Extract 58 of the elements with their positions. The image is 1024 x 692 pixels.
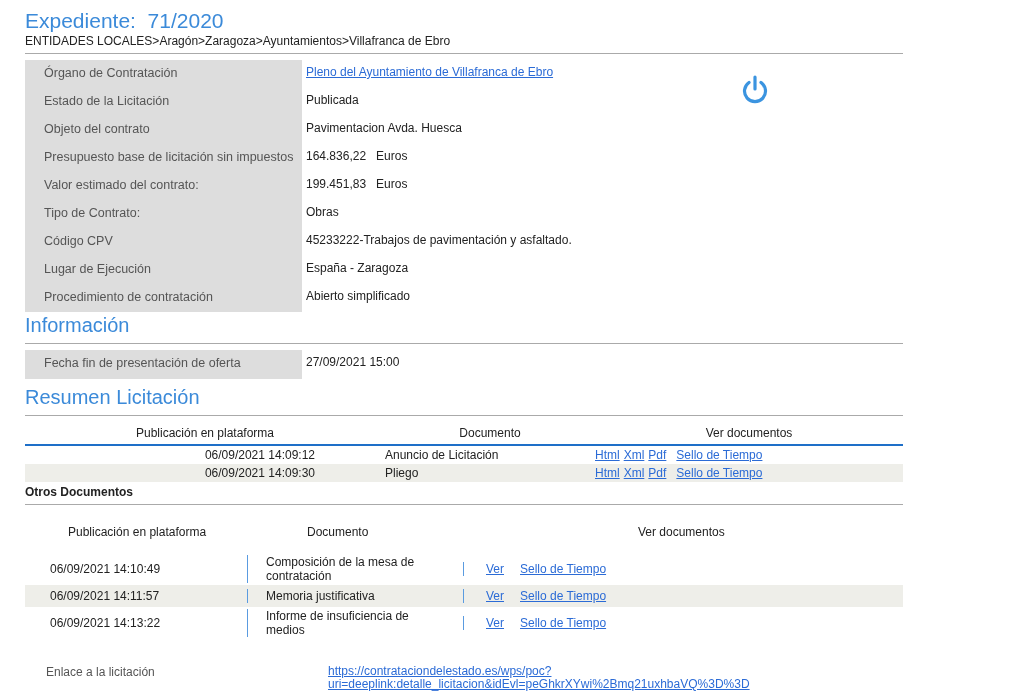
field-label: Objeto del contrato <box>25 116 302 144</box>
field-value: España - Zaragoza <box>306 261 409 275</box>
field-label: Código CPV <box>25 228 302 256</box>
table-cell-text: Pliego <box>385 466 420 480</box>
power-icon[interactable] <box>740 75 770 105</box>
field-value: Obras <box>306 205 339 219</box>
column-header: Publicación en plataforma <box>67 525 208 539</box>
field-label: Órgano de Contratación <box>25 60 302 88</box>
field-value: Publicada <box>306 93 359 107</box>
document-link[interactable]: Html <box>595 466 620 480</box>
document-link[interactable]: Xml <box>623 448 645 462</box>
field-label: Fecha fin de presentación de oferta <box>25 350 302 379</box>
document-link[interactable]: Pdf <box>648 448 667 462</box>
table-cell-text: 06/09/2021 14:13:22 <box>49 616 162 630</box>
field-label: Valor estimado del contrato: <box>25 172 302 200</box>
timestamp-link[interactable]: Sello de Tiempo <box>520 616 607 630</box>
table-cell-text: 06/09/2021 14:11:57 <box>49 589 161 603</box>
field-label: Tipo de Contrato: <box>25 200 302 228</box>
document-link[interactable]: Pdf <box>648 466 667 480</box>
section-title: Información <box>25 313 131 338</box>
field-value: Abierto simplificado <box>306 289 411 303</box>
page-title: Expediente: 71/2020 <box>25 8 225 34</box>
field-value: Pavimentacion Avda. Huesca <box>306 121 462 135</box>
table-cell-text: 06/09/2021 14:10:49 <box>49 562 162 576</box>
column-header: Ver documentos <box>637 525 726 539</box>
section-title: Resumen Licitación <box>25 385 201 410</box>
tender-url-link[interactable]: https://contrataciondelestado.es/wps/poc? uri=deeplink:detalle_licitacion&idEvl=peGhkrXYwi%2Bmq21uxhbaVQ%3D%3D <box>328 665 750 691</box>
link-label: Enlace a la licitación <box>45 665 156 681</box>
field-label: Estado de la Licitación <box>25 88 302 116</box>
section-title: Otros Documentos <box>25 485 134 499</box>
table-cell: Memoria justificativa <box>247 589 463 603</box>
field-value: 45233222-Trabajos de pavimentación y asfaltado. <box>306 233 572 247</box>
view-link[interactable]: Ver <box>486 616 504 630</box>
column-header: Publicación en plataforma <box>134 426 276 440</box>
field-value: 164.836,22 Euros <box>306 149 408 163</box>
timestamp-link[interactable]: Sello de Tiempo <box>676 466 763 480</box>
view-link[interactable]: Ver <box>486 589 504 603</box>
document-link[interactable]: Xml <box>623 466 645 480</box>
table-cell: Informe de insuficiencia de medios <box>247 609 463 637</box>
column-header: Ver documentos <box>704 426 794 440</box>
document-link[interactable]: Html <box>595 448 620 462</box>
timestamp-link[interactable]: Sello de Tiempo <box>520 562 607 576</box>
contracting-body-link[interactable]: Pleno del Ayuntamiento de Villafranca de Ebro <box>306 65 554 79</box>
field-label: Procedimiento de contratación <box>25 284 302 312</box>
table-cell-text: 06/09/2021 14:09:12 <box>203 448 316 462</box>
field-value: 27/09/2021 15:00 <box>306 355 400 369</box>
field-label: Presupuesto base de licitación sin impuestos <box>25 144 302 172</box>
timestamp-link[interactable]: Sello de Tiempo <box>520 589 607 603</box>
field-value: 199.451,83 Euros <box>306 177 408 191</box>
column-header: Documento <box>458 426 522 440</box>
breadcrumb: ENTIDADES LOCALES>Aragón>Zaragoza>Ayuntamientos>Villafranca de Ebro <box>25 34 452 48</box>
table-cell-text: 06/09/2021 14:09:30 <box>203 466 316 480</box>
table-cell-text: Anuncio de Licitación <box>385 448 500 462</box>
table-cell: Composición de la mesa de contratación <box>247 555 463 583</box>
field-label: Lugar de Ejecución <box>25 256 302 284</box>
view-link[interactable]: Ver <box>486 562 504 576</box>
timestamp-link[interactable]: Sello de Tiempo <box>676 448 763 462</box>
column-header: Documento <box>306 525 370 539</box>
